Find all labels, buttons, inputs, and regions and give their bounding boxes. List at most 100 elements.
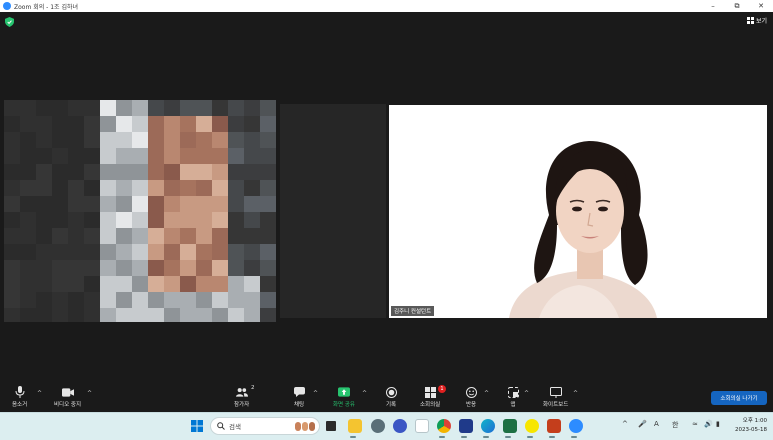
mosaic-pixel <box>132 276 148 292</box>
mosaic-pixel <box>52 180 68 196</box>
powerpoint-icon[interactable] <box>547 419 561 433</box>
maximize-button[interactable]: ⧉ <box>725 0 749 12</box>
wifi-icon[interactable]: ≈ <box>692 420 698 428</box>
app-icon-dark-blue[interactable] <box>459 419 473 433</box>
snipping-tool-icon[interactable] <box>415 419 429 433</box>
mosaic-pixel <box>244 308 260 322</box>
mosaic-pixel <box>180 100 196 116</box>
battery-icon[interactable]: ▮ <box>716 420 720 428</box>
mute-button[interactable]: 음소거 <box>12 386 27 408</box>
share-screen-button[interactable]: 화면 공유 <box>333 386 355 408</box>
taskbar-search-box[interactable]: 검색 <box>210 417 320 435</box>
taskbar-clock[interactable]: 오후 1:00 2023-05-18 <box>735 417 767 435</box>
mosaic-pixel <box>228 260 244 276</box>
mosaic-pixel <box>84 196 100 212</box>
mosaic-pixel <box>100 244 116 260</box>
mosaic-pixel <box>260 100 276 116</box>
file-explorer-icon[interactable] <box>348 419 362 433</box>
reactions-options-chevron-icon[interactable]: ^ <box>484 390 489 397</box>
whiteboard-button[interactable]: 화이트보드 <box>543 386 568 408</box>
mosaic-pixel <box>52 164 68 180</box>
chat-options-chevron-icon[interactable]: ^ <box>313 390 318 397</box>
mosaic-pixel <box>4 100 20 116</box>
app-icon-blue-circle[interactable] <box>393 419 407 433</box>
chat-button[interactable]: 채팅 <box>293 386 305 408</box>
leave-breakout-room-button[interactable]: 소회의실 나가기 <box>711 391 767 405</box>
volume-icon[interactable]: 🔊 <box>704 420 713 428</box>
mosaic-pixel <box>100 164 116 180</box>
mute-label: 음소거 <box>12 402 28 408</box>
running-indicator <box>571 436 577 438</box>
mosaic-pixel <box>228 196 244 212</box>
mosaic-pixel <box>148 116 164 132</box>
breakout-rooms-label: 소회의실 <box>420 402 441 408</box>
mosaic-pixel <box>196 212 212 228</box>
whiteboard-options-chevron-icon[interactable]: ^ <box>573 390 578 397</box>
mosaic-pixel <box>132 116 148 132</box>
mosaic-pixel <box>84 276 100 292</box>
participant-video-tile-2[interactable]: 김주니 컨설턴트 <box>389 105 767 318</box>
edge-browser-icon[interactable] <box>481 419 495 433</box>
mosaic-pixel <box>36 276 52 292</box>
mosaic-pixel <box>180 260 196 276</box>
mosaic-pixel <box>212 148 228 164</box>
mosaic-pixel <box>228 244 244 260</box>
mosaic-pixel <box>228 308 244 322</box>
mosaic-pixel <box>132 100 148 116</box>
participants-button[interactable]: 참가자 <box>234 386 249 408</box>
mosaic-pixel <box>196 228 212 244</box>
kakaotalk-icon[interactable] <box>525 419 539 433</box>
mosaic-pixel <box>100 292 116 308</box>
mosaic-pixel <box>36 132 52 148</box>
mosaic-pixel <box>260 292 276 308</box>
mosaic-pixel <box>196 116 212 132</box>
mosaic-pixel <box>100 100 116 116</box>
mosaic-pixel <box>20 244 36 260</box>
mosaic-pixel <box>228 132 244 148</box>
mosaic-pixel <box>68 260 84 276</box>
record-button[interactable]: 기록 <box>385 386 397 408</box>
grid-view-icon <box>746 17 754 24</box>
mosaic-pixel <box>212 212 228 228</box>
input-mode-hangul[interactable]: 한 <box>672 420 678 430</box>
participant-video-tile-1[interactable] <box>4 100 276 322</box>
mosaic-pixel <box>20 148 36 164</box>
mosaic-pixel <box>260 180 276 196</box>
mosaic-pixel <box>100 228 116 244</box>
mosaic-pixel <box>4 212 20 228</box>
task-view-icon[interactable] <box>326 421 336 431</box>
mosaic-pixel <box>164 148 180 164</box>
mosaic-pixel <box>116 196 132 212</box>
mosaic-pixel <box>20 292 36 308</box>
mosaic-pixel <box>212 228 228 244</box>
share-options-chevron-icon[interactable]: ^ <box>362 390 367 397</box>
input-mode-a[interactable]: A <box>654 420 659 428</box>
view-button[interactable]: 보기 <box>746 16 767 25</box>
video-options-chevron-icon[interactable]: ^ <box>87 390 92 397</box>
settings-gear-icon[interactable] <box>371 419 385 433</box>
zoom-taskbar-icon[interactable] <box>569 419 583 433</box>
mosaic-pixel <box>228 164 244 180</box>
mosaic-pixel <box>196 180 212 196</box>
windows-start-icon[interactable] <box>190 419 204 433</box>
tray-overflow-chevron-icon[interactable]: ^ <box>622 420 628 428</box>
window-title: Zoom 회의 - 1조 김하녀 <box>14 3 79 11</box>
security-shield-icon[interactable] <box>5 17 14 27</box>
minimize-button[interactable]: – <box>701 0 725 12</box>
window-titlebar: Zoom 회의 - 1조 김하녀 – ⧉ ✕ <box>0 0 773 12</box>
apps-options-chevron-icon[interactable]: ^ <box>524 390 529 397</box>
mosaic-pixel <box>228 180 244 196</box>
mosaic-pixel <box>148 276 164 292</box>
mosaic-pixel <box>68 116 84 132</box>
chrome-icon[interactable] <box>437 419 451 433</box>
excel-icon[interactable] <box>503 419 517 433</box>
mosaic-pixel <box>212 100 228 116</box>
stop-video-button[interactable]: 비디오 중지 <box>54 386 81 408</box>
apps-button[interactable]: 앱 <box>507 386 519 408</box>
reactions-button[interactable]: 반응 <box>465 386 477 408</box>
mosaic-pixel <box>180 116 196 132</box>
mute-options-chevron-icon[interactable]: ^ <box>37 390 42 397</box>
close-button[interactable]: ✕ <box>749 0 773 12</box>
tray-microphone-icon[interactable]: 🎤 <box>638 420 647 428</box>
mosaic-pixel <box>4 228 20 244</box>
